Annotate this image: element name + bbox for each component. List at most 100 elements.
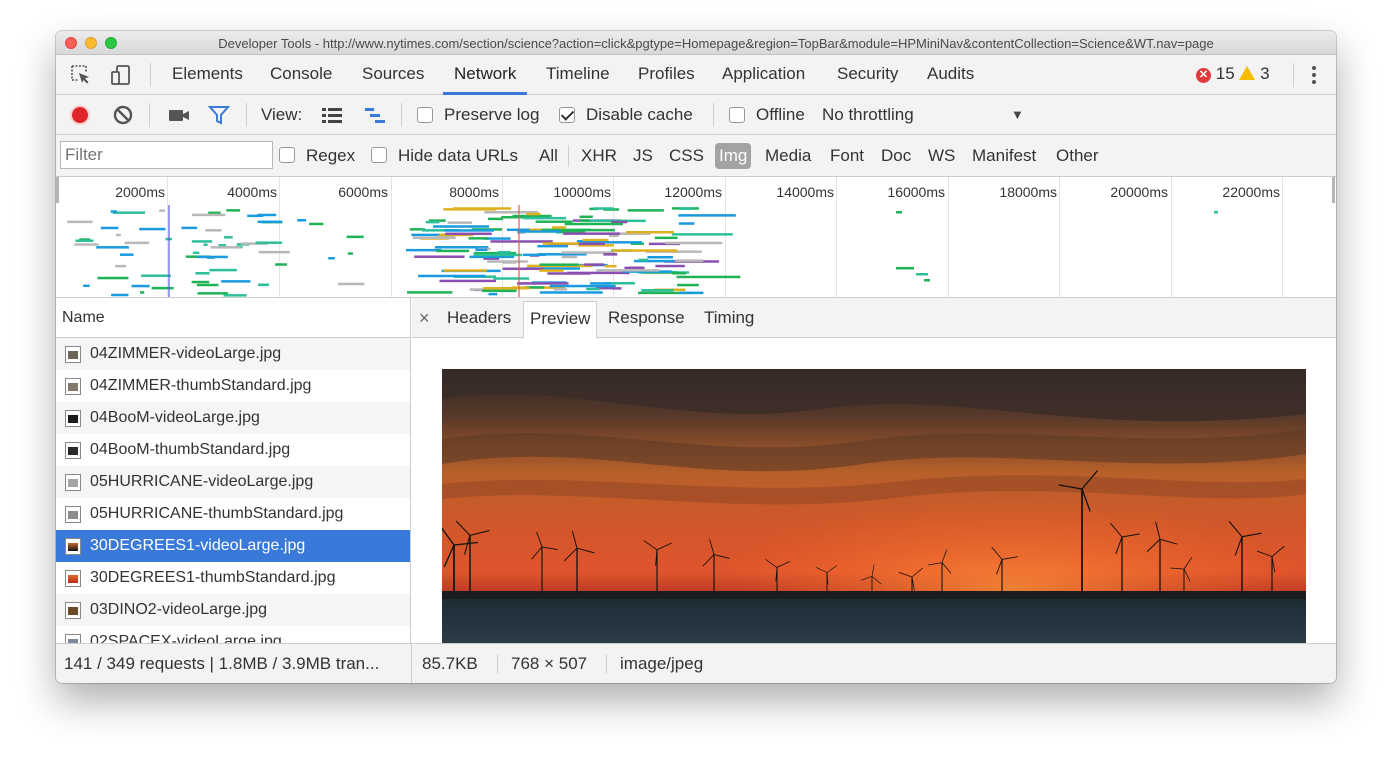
more-options-icon[interactable] bbox=[1304, 65, 1324, 85]
toolbar-divider bbox=[401, 103, 402, 127]
overview-right-handle[interactable] bbox=[1332, 177, 1335, 203]
waterfall-bar bbox=[497, 250, 511, 254]
waterfall-bar bbox=[275, 263, 288, 266]
request-row[interactable]: 04BooM-videoLarge.jpg bbox=[56, 402, 410, 434]
waterfall-bar bbox=[468, 237, 489, 240]
request-row-selected[interactable]: 30DEGREES1-videoLarge.jpg bbox=[56, 530, 410, 562]
close-detail-icon[interactable]: × bbox=[419, 298, 430, 338]
waterfall-bar bbox=[487, 260, 528, 263]
inspect-element-icon[interactable] bbox=[70, 64, 92, 86]
waterfall-bar bbox=[563, 232, 620, 235]
filter-type-ws[interactable]: WS bbox=[928, 135, 955, 177]
tab-audits[interactable]: Audits bbox=[927, 55, 974, 95]
error-count: 15 bbox=[1215, 64, 1235, 83]
filter-icon[interactable] bbox=[208, 104, 230, 126]
name-column-header[interactable]: Name bbox=[56, 298, 410, 338]
waterfall-overview-icon[interactable] bbox=[364, 104, 386, 126]
view-label: View: bbox=[261, 105, 303, 124]
toolbar-divider bbox=[150, 63, 151, 87]
request-row[interactable]: 05HURRICANE-thumbStandard.jpg bbox=[56, 498, 410, 530]
request-row[interactable]: 04ZIMMER-thumbStandard.jpg bbox=[56, 370, 410, 402]
request-detail-pane: × Headers Preview Response Timing bbox=[412, 298, 1336, 643]
waterfall-bar bbox=[139, 227, 166, 231]
filter-type-img[interactable]: Img bbox=[715, 143, 752, 169]
waterfall-bar bbox=[111, 293, 129, 297]
device-mode-icon[interactable] bbox=[110, 64, 132, 86]
tab-network[interactable]: Network bbox=[443, 55, 528, 95]
request-row[interactable]: 30DEGREES1-thumbStandard.jpg bbox=[56, 562, 410, 594]
filter-type-other[interactable]: Other bbox=[1056, 135, 1099, 177]
capture-screenshots-icon[interactable] bbox=[168, 104, 190, 126]
waterfall-bar bbox=[523, 216, 567, 220]
request-name: 04ZIMMER-thumbStandard.jpg bbox=[90, 377, 312, 394]
waterfall-bar bbox=[647, 255, 673, 259]
image-file-icon bbox=[65, 474, 81, 491]
tab-timing[interactable]: Timing bbox=[704, 298, 754, 338]
waterfall-bar bbox=[247, 214, 264, 218]
filter-type-font[interactable]: Font bbox=[830, 135, 864, 177]
disable-cache-checkbox[interactable] bbox=[559, 107, 575, 123]
filter-type-css[interactable]: CSS bbox=[669, 135, 704, 177]
request-name: 04BooM-thumbStandard.jpg bbox=[90, 441, 291, 458]
tab-application[interactable]: Application bbox=[722, 55, 805, 95]
waterfall-bar bbox=[347, 252, 353, 255]
status-bar: 141 / 349 requests | 1.8MB / 3.9MB tran.… bbox=[56, 643, 1336, 683]
network-overview[interactable]: 2000ms 4000ms 6000ms 8000ms 10000ms 1200… bbox=[56, 177, 1336, 298]
waterfall-bar bbox=[181, 226, 198, 230]
tick-label: 18000ms bbox=[999, 184, 1057, 200]
request-row[interactable]: 02SPACEX-videoLarge.jpg bbox=[56, 626, 410, 643]
request-row[interactable]: 04ZIMMER-videoLarge.jpg bbox=[56, 338, 410, 370]
waterfall-bar bbox=[671, 233, 733, 236]
error-warning-counter[interactable]: ✕ 15 3 bbox=[1196, 55, 1270, 95]
filter-type-manifest[interactable]: Manifest bbox=[972, 135, 1036, 177]
waterfall-bar bbox=[205, 229, 222, 232]
clear-icon[interactable] bbox=[112, 104, 134, 126]
waterfall-bar bbox=[443, 269, 487, 272]
waterfall-bar bbox=[526, 212, 541, 216]
record-icon[interactable] bbox=[69, 104, 91, 126]
filter-type-all[interactable]: All bbox=[539, 135, 558, 177]
tab-timeline[interactable]: Timeline bbox=[546, 55, 610, 95]
filter-type-js[interactable]: JS bbox=[633, 135, 653, 177]
waterfall-bar bbox=[473, 253, 522, 257]
tab-profiles[interactable]: Profiles bbox=[638, 55, 695, 95]
waterfall-bar bbox=[196, 255, 228, 259]
tab-preview[interactable]: Preview bbox=[523, 301, 598, 339]
filter-type-media[interactable]: Media bbox=[765, 135, 811, 177]
waterfall-bar bbox=[192, 251, 200, 255]
image-file-icon bbox=[65, 410, 81, 427]
regex-checkbox[interactable] bbox=[279, 147, 295, 163]
waterfall-bar bbox=[435, 249, 470, 253]
tick-label: 6000ms bbox=[338, 184, 388, 200]
waterfall-bar bbox=[916, 273, 928, 276]
image-file-icon bbox=[65, 602, 81, 619]
regex-label: Regex bbox=[306, 146, 356, 165]
waterfall-bar bbox=[502, 267, 545, 271]
tab-response[interactable]: Response bbox=[608, 298, 685, 338]
waterfall-bar bbox=[553, 288, 568, 291]
request-row[interactable]: 05HURRICANE-videoLarge.jpg bbox=[56, 466, 410, 498]
filter-type-doc[interactable]: Doc bbox=[881, 135, 911, 177]
tab-headers[interactable]: Headers bbox=[447, 298, 511, 338]
image-file-icon bbox=[65, 506, 81, 523]
request-row[interactable]: 03DINO2-videoLarge.jpg bbox=[56, 594, 410, 626]
preserve-log-checkbox[interactable] bbox=[417, 107, 433, 123]
image-file-icon bbox=[65, 538, 81, 555]
tab-sources[interactable]: Sources bbox=[362, 55, 424, 95]
waterfall-bar bbox=[664, 241, 723, 245]
request-row[interactable]: 04BooM-thumbStandard.jpg bbox=[56, 434, 410, 466]
tab-elements[interactable]: Elements bbox=[172, 55, 243, 95]
hide-data-urls-checkbox[interactable] bbox=[371, 147, 387, 163]
waterfall-bar bbox=[567, 271, 630, 275]
throttling-select[interactable]: No throttling ▼ bbox=[822, 95, 1032, 135]
tab-console[interactable]: Console bbox=[270, 55, 332, 95]
overview-left-handle[interactable] bbox=[56, 177, 59, 203]
tab-security[interactable]: Security bbox=[837, 55, 898, 95]
filter-type-xhr[interactable]: XHR bbox=[581, 135, 617, 177]
image-file-icon bbox=[65, 346, 81, 363]
overview-waterfall bbox=[67, 205, 1218, 297]
filter-input[interactable] bbox=[60, 141, 273, 169]
waterfall-bar bbox=[191, 280, 210, 284]
offline-checkbox[interactable] bbox=[729, 107, 745, 123]
large-rows-icon[interactable] bbox=[321, 104, 343, 126]
